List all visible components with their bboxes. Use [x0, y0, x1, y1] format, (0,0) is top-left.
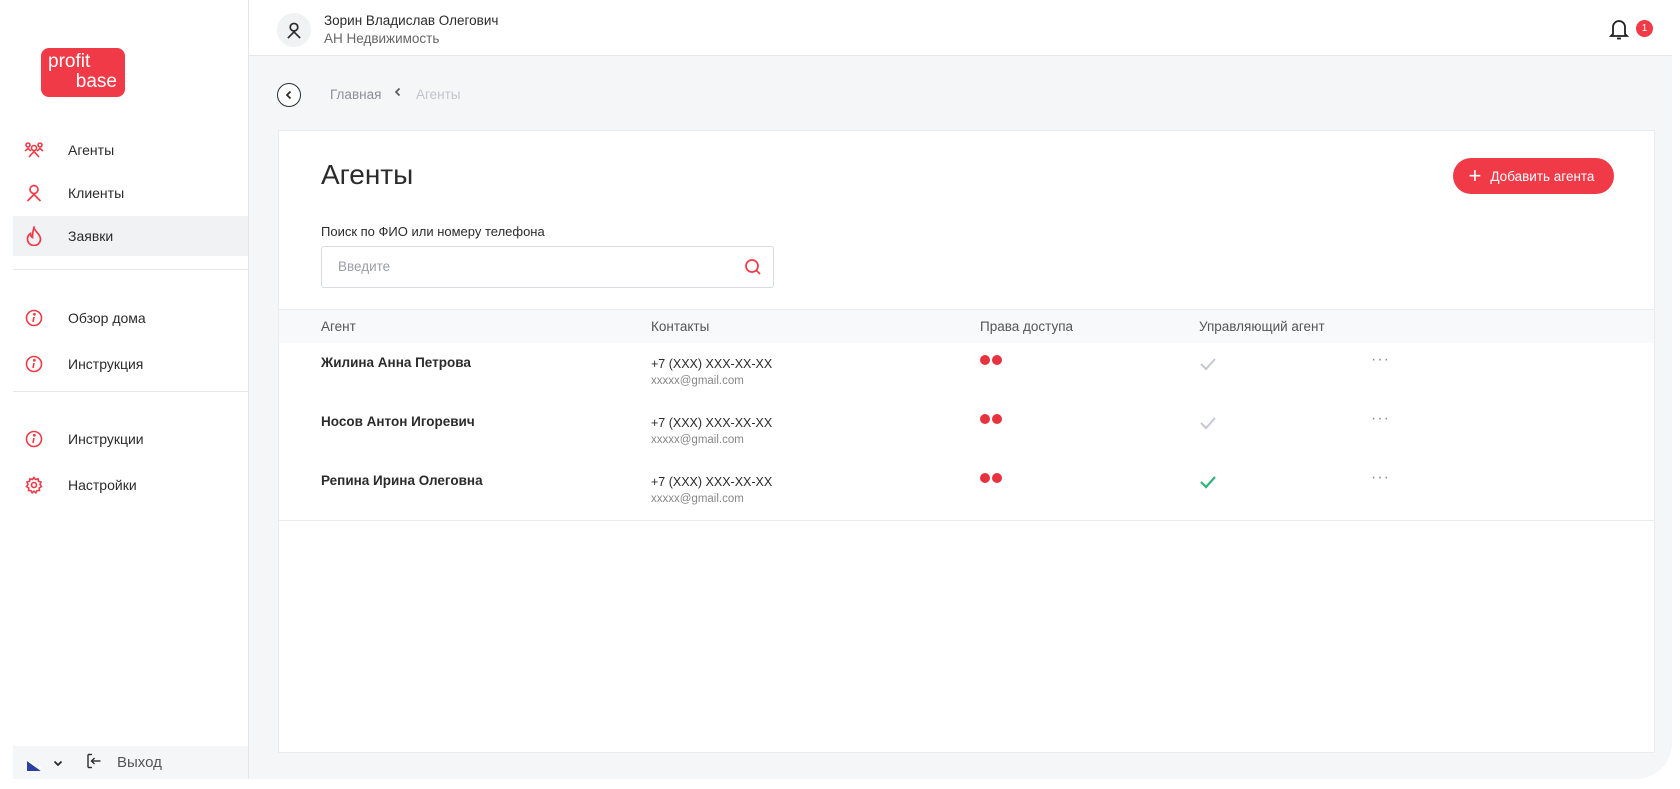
avatar[interactable] — [277, 13, 311, 47]
info-icon — [24, 429, 44, 449]
agent-email: xxxxx@gmail.com — [651, 375, 744, 387]
agent-phone: +7 (XXX) XXX-XX-XX — [651, 475, 773, 489]
sidebar-item-label: Обзор дома — [68, 310, 146, 326]
search-label: Поиск по ФИО или номеру телефона — [321, 224, 545, 239]
agents-card: Агенты + Добавить агента Поиск по ФИО ил… — [278, 130, 1655, 753]
sidebar-item-label: Клиенты — [68, 185, 125, 201]
sidebar-item-instructions[interactable]: Инструкции — [13, 419, 248, 459]
agent-name[interactable]: Жилина Анна Петрова — [321, 355, 471, 370]
sidebar-item-label: Агенты — [68, 142, 115, 158]
bell-icon[interactable] — [1608, 18, 1631, 40]
sidebar-item-label: Инструкция — [68, 356, 144, 372]
agent-name[interactable]: Репина Ирина Олеговна — [321, 473, 483, 488]
logo-line2: base — [75, 71, 117, 92]
sidebar-item-agents[interactable]: Агенты — [13, 130, 248, 170]
language-flag-icon[interactable] — [27, 758, 41, 771]
column-header-contacts: Контакты — [651, 319, 710, 334]
check-icon[interactable] — [1199, 474, 1217, 490]
breadcrumb-separator-icon — [394, 85, 402, 100]
access-rights-indicator — [980, 355, 1004, 365]
check-icon[interactable] — [1199, 415, 1217, 431]
agent-email: xxxxx@gmail.com — [651, 493, 744, 505]
sidebar-item-requests[interactable]: Заявки — [13, 216, 248, 256]
access-rights-indicator — [980, 473, 1004, 483]
page-title: Агенты — [321, 159, 414, 190]
plus-icon: + — [1468, 163, 1482, 188]
breadcrumb-home[interactable]: Главная — [330, 87, 381, 102]
agent-email: xxxxx@gmail.com — [651, 434, 744, 446]
notification-badge[interactable]: 1 — [1636, 20, 1653, 37]
sidebar-item-instruction[interactable]: Инструкция — [13, 344, 248, 384]
sidebar-item-house-overview[interactable]: Обзор дома — [13, 298, 248, 338]
sidebar-footer: Выход — [13, 746, 248, 779]
table-row[interactable]: Жилина Анна Петрова +7 (XXX) XXX-XX-XX x… — [279, 343, 1654, 403]
chevron-down-icon[interactable] — [53, 754, 63, 771]
check-icon[interactable] — [1199, 356, 1217, 372]
table-row[interactable]: Репина Ирина Олеговна +7 (XXX) XXX-XX-XX… — [279, 461, 1654, 521]
user-icon — [24, 183, 44, 203]
sidebar-divider — [13, 391, 248, 392]
user-name: Зорин Владислав Олегович — [324, 13, 499, 28]
logout-icon[interactable] — [86, 753, 102, 773]
agent-phone: +7 (XXX) XXX-XX-XX — [651, 416, 773, 430]
logout-link[interactable]: Выход — [117, 754, 162, 771]
profitbase-logo[interactable]: profit base — [41, 48, 125, 97]
more-options-icon[interactable]: ··· — [1371, 351, 1390, 369]
more-options-icon[interactable]: ··· — [1371, 410, 1390, 428]
sidebar-item-settings[interactable]: Настройки — [13, 465, 248, 505]
search-input[interactable] — [336, 258, 720, 275]
flame-icon — [24, 226, 44, 246]
breadcrumb-current: Агенты — [416, 87, 461, 102]
add-agent-label: Добавить агента — [1490, 168, 1595, 184]
search-icon[interactable] — [744, 258, 762, 276]
top-header: Зорин Владислав Олегович АН Недвижимость… — [249, 0, 1672, 56]
agents-icon — [24, 140, 44, 160]
sidebar-item-label: Настройки — [68, 477, 137, 493]
sidebar-item-label: Заявки — [68, 228, 114, 244]
access-rights-indicator — [980, 414, 1004, 424]
sidebar-item-label: Инструкции — [68, 431, 144, 447]
sidebar-divider — [13, 269, 248, 270]
add-agent-button[interactable]: + Добавить агента — [1453, 158, 1614, 194]
agent-name[interactable]: Носов Антон Игоревич — [321, 414, 475, 429]
more-options-icon[interactable]: ··· — [1371, 469, 1390, 487]
info-icon — [24, 354, 44, 374]
back-button[interactable] — [277, 83, 301, 107]
column-header-access: Права доступа — [980, 319, 1074, 334]
gear-icon — [24, 475, 44, 495]
table-header: Агент Контакты Права доступа Управляющий… — [279, 309, 1654, 344]
search-field[interactable] — [321, 246, 774, 288]
info-icon — [24, 308, 44, 328]
column-header-agent: Агент — [321, 319, 356, 334]
app-window: profit base Агенты Клиенты Заявки Обзор … — [0, 0, 1672, 779]
sidebar-item-clients[interactable]: Клиенты — [13, 173, 248, 213]
table-row[interactable]: Носов Антон Игоревич +7 (XXX) XXX-XX-XX … — [279, 402, 1654, 462]
agent-phone: +7 (XXX) XXX-XX-XX — [651, 357, 773, 371]
column-header-managing-agent: Управляющий агент — [1199, 319, 1325, 334]
logo-line1: profit — [48, 51, 91, 72]
user-organization: АН Недвижимость — [324, 31, 440, 46]
sidebar: profit base Агенты Клиенты Заявки Обзор … — [0, 0, 249, 779]
